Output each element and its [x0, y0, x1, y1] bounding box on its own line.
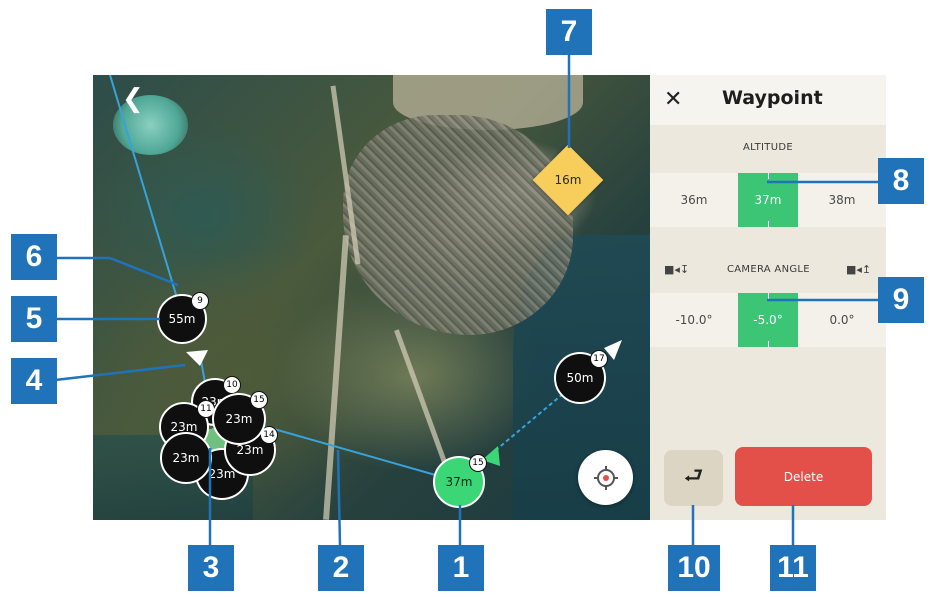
waypoint-index-badge: 17	[590, 350, 608, 368]
delete-button[interactable]: Delete	[735, 447, 872, 506]
poi-altitude: 16m	[554, 173, 582, 187]
waypoint-index-badge: 15	[469, 454, 487, 472]
camera-angle-option[interactable]: 0.0°	[798, 293, 886, 347]
callout-badge: 7	[546, 9, 592, 55]
callout-badge: 10	[668, 545, 720, 591]
camera-down-icon: ■◂↧	[664, 263, 690, 276]
flight-path-segment	[109, 75, 184, 319]
callout-badge: 5	[11, 296, 57, 342]
camera-angle-option-selected[interactable]: -5.0°	[738, 293, 798, 347]
undo-button[interactable]: ⮐	[664, 450, 723, 506]
waypoint-marker[interactable]: 23m 15	[212, 391, 268, 445]
panel-title: Waypoint	[722, 87, 823, 109]
altitude-option-selected[interactable]: 37m	[738, 173, 798, 227]
altitude-label: ALTITUDE	[743, 142, 793, 153]
camera-angle-stepper[interactable]: -10.0° -5.0° 0.0°	[650, 293, 886, 347]
altitude-option[interactable]: 36m	[650, 173, 738, 227]
selected-waypoint-marker[interactable]: 37m 15	[433, 454, 487, 508]
chevron-left-icon: ❮	[122, 84, 144, 114]
callout-badge: 4	[11, 358, 57, 404]
camera-angle-label: CAMERA ANGLE	[727, 264, 810, 275]
waypoint-marker[interactable]: 23m	[160, 432, 212, 484]
callout-badge: 1	[438, 545, 484, 591]
waypoint-altitude: 55m	[168, 312, 196, 326]
waypoint-altitude: 50m	[566, 371, 594, 385]
camera-angle-option[interactable]: -10.0°	[650, 293, 738, 347]
callout-badge: 8	[878, 158, 924, 204]
altitude-option[interactable]: 38m	[798, 173, 886, 227]
waypoint-index-badge: 9	[191, 292, 209, 310]
panel-header: ✕ Waypoint	[650, 75, 886, 125]
flight-path-segment	[489, 387, 571, 456]
crosshair-icon	[593, 465, 618, 490]
waypoint-altitude: 23m	[236, 443, 264, 457]
undo-icon: ⮐	[683, 464, 704, 489]
callout-badge: 2	[318, 545, 364, 591]
waypoint-index-badge: 15	[250, 391, 268, 409]
close-icon[interactable]: ✕	[664, 87, 682, 112]
waypoint-altitude: 23m	[172, 451, 200, 465]
callout-badge: 6	[11, 234, 57, 280]
callout-badge: 11	[770, 545, 816, 591]
altitude-stepper[interactable]: 36m 37m 38m	[650, 173, 886, 227]
recenter-button[interactable]	[578, 450, 633, 505]
back-button[interactable]: ❮	[122, 84, 144, 114]
callout-badge: 3	[188, 545, 234, 591]
waypoint-altitude: 37m	[445, 475, 473, 489]
waypoint-marker[interactable]: 50m 17	[554, 350, 608, 404]
camera-up-icon: ■◂↥	[846, 263, 872, 276]
callout-badge: 9	[878, 277, 924, 323]
heading-arrow-icon	[186, 350, 208, 366]
waypoint-altitude: 23m	[225, 412, 253, 426]
flight-path-segment	[259, 424, 461, 483]
waypoint-index-badge: 10	[223, 376, 241, 394]
waypoint-marker[interactable]: 55m 9	[157, 292, 209, 344]
